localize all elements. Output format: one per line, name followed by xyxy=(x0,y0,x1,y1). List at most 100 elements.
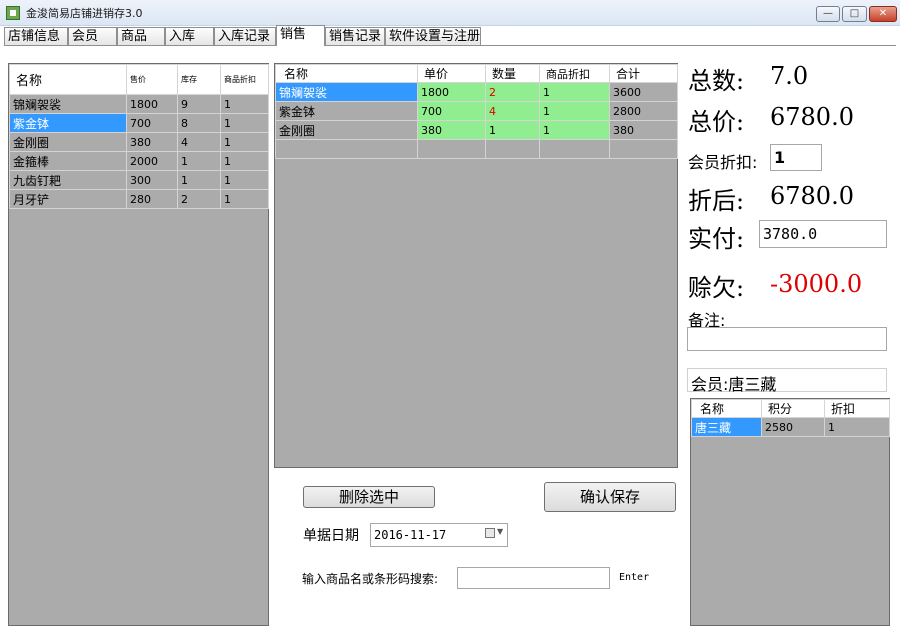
table-row[interactable]: 金刚圈 380 1 1 380 xyxy=(275,120,678,140)
col-header-name[interactable]: 名称 xyxy=(275,64,418,83)
table-row-new[interactable] xyxy=(275,139,678,159)
cell: 1 xyxy=(824,417,890,437)
cell: 1 xyxy=(539,82,610,102)
col-header-points[interactable]: 积分 xyxy=(761,399,825,418)
col-header-discount[interactable]: 折扣 xyxy=(824,399,890,418)
cell: 九齿钉耙 xyxy=(9,170,127,190)
cell: 1 xyxy=(539,120,610,140)
cell xyxy=(539,139,610,159)
cell: 1 xyxy=(220,94,269,114)
minimize-button[interactable]: — xyxy=(816,6,840,22)
cell: 1 xyxy=(177,170,221,190)
table-row[interactable]: 紫金钵 700 8 1 xyxy=(9,113,269,133)
cell: 8 xyxy=(177,113,221,133)
close-button[interactable]: ✕ xyxy=(869,6,897,22)
search-label: 输入商品名或条形码搜索: xyxy=(302,572,439,586)
cell: 1 xyxy=(220,151,269,171)
date-value: 2016-11-17 xyxy=(374,528,447,542)
note-input[interactable] xyxy=(687,327,887,351)
member-discount-label: 会员折扣: xyxy=(688,153,758,172)
col-header-price[interactable]: 售价 xyxy=(126,64,178,95)
cell: 9 xyxy=(177,94,221,114)
table-row[interactable]: 月牙铲 280 2 1 xyxy=(9,189,269,209)
delete-selected-button[interactable]: 删除选中 xyxy=(303,486,435,508)
table-row[interactable]: 锦斓袈裟 1800 9 1 xyxy=(9,94,269,114)
member-discount-input[interactable] xyxy=(770,144,822,171)
col-header-name[interactable]: 名称 xyxy=(9,64,127,95)
app-icon xyxy=(6,6,20,20)
total-count-label: 总数: xyxy=(688,67,745,95)
total-count-value: 7.0 xyxy=(770,62,809,90)
cell[interactable]: 4 xyxy=(485,101,540,121)
cell: 金刚圈 xyxy=(275,120,418,140)
cell: 1 xyxy=(220,132,269,152)
cell: 300 xyxy=(126,170,178,190)
cell: 380 xyxy=(126,132,178,152)
cart-panel: 名称 单价 数量 商品折扣 合计 锦斓袈裟 1800 2 1 3600 紫金钵 … xyxy=(274,63,678,468)
cell xyxy=(609,139,678,159)
debt-label: 赊欠: xyxy=(688,274,745,302)
table-row[interactable]: 紫金钵 700 4 1 2800 xyxy=(275,101,678,121)
chevron-down-icon[interactable]: ▼ xyxy=(497,527,503,536)
cell: 700 xyxy=(126,113,178,133)
maximize-button[interactable]: □ xyxy=(842,6,867,22)
table-row[interactable]: 九齿钉耙 300 1 1 xyxy=(9,170,269,190)
tab-sales-records[interactable]: 销售记录 xyxy=(325,27,385,45)
cell: 1800 xyxy=(417,82,486,102)
paid-input[interactable] xyxy=(759,220,887,248)
cell[interactable]: 1 xyxy=(485,120,540,140)
cell[interactable]: 2 xyxy=(485,82,540,102)
cell: 1 xyxy=(220,189,269,209)
search-input[interactable] xyxy=(457,567,610,589)
col-header-discount[interactable]: 商品折扣 xyxy=(539,64,610,83)
confirm-save-button[interactable]: 确认保存 xyxy=(544,482,676,512)
debt-value: -3000.0 xyxy=(770,270,863,298)
tab-products[interactable]: 商品 xyxy=(117,27,165,45)
cell: 唐三藏 xyxy=(691,417,762,437)
col-header-name[interactable]: 名称 xyxy=(691,399,762,418)
member-name-text: 会员:唐三藏 xyxy=(691,375,777,394)
cell: 2800 xyxy=(609,101,678,121)
tab-shop-info[interactable]: 店铺信息 xyxy=(4,27,68,45)
product-list-table: 名称 售价 库存 商品折扣 锦斓袈裟 1800 9 1 紫金钵 700 8 1 … xyxy=(9,64,269,209)
col-header-quantity[interactable]: 数量 xyxy=(485,64,540,83)
cell: 1 xyxy=(220,170,269,190)
table-row[interactable]: 金箍棒 2000 1 1 xyxy=(9,151,269,171)
member-box[interactable]: 会员:唐三藏 xyxy=(687,368,887,394)
tab-stock-in[interactable]: 入库 xyxy=(165,27,214,45)
cell: 280 xyxy=(126,189,178,209)
table-row[interactable]: 锦斓袈裟 1800 2 1 3600 xyxy=(275,82,678,102)
cell: 1 xyxy=(539,101,610,121)
cell: 金箍棒 xyxy=(9,151,127,171)
enter-hint: Enter xyxy=(619,572,650,583)
cell: 月牙铲 xyxy=(9,189,127,209)
cell: 2580 xyxy=(761,417,825,437)
window-title: 金浚简易店铺进销存3.0 xyxy=(26,7,143,20)
date-label: 单据日期 xyxy=(303,528,359,544)
col-header-stock[interactable]: 库存 xyxy=(177,64,221,95)
paid-label: 实付: xyxy=(688,225,745,253)
cell xyxy=(275,139,418,159)
after-discount-value: 6780.0 xyxy=(770,182,854,210)
tab-stock-in-records[interactable]: 入库记录 xyxy=(214,27,276,45)
after-discount-label: 折后: xyxy=(688,187,745,215)
cell: 1 xyxy=(220,113,269,133)
cell: 紫金钵 xyxy=(275,101,418,121)
cell: 金刚圈 xyxy=(9,132,127,152)
col-header-subtotal[interactable]: 合计 xyxy=(609,64,678,83)
calendar-icon[interactable] xyxy=(485,528,495,538)
col-header-discount[interactable]: 商品折扣 xyxy=(220,64,269,95)
col-header-unit-price[interactable]: 单价 xyxy=(417,64,486,83)
tab-members[interactable]: 会员 xyxy=(68,27,117,45)
cell: 3600 xyxy=(609,82,678,102)
tab-settings-registration[interactable]: 软件设置与注册 xyxy=(385,27,481,45)
cell: 1 xyxy=(177,151,221,171)
table-row[interactable]: 唐三藏 2580 1 xyxy=(691,417,890,437)
member-table: 名称 积分 折扣 唐三藏 2580 1 xyxy=(691,399,890,437)
cell: 锦斓袈裟 xyxy=(275,82,418,102)
cell: 1800 xyxy=(126,94,178,114)
date-picker[interactable]: 2016-11-17 ▼ xyxy=(370,523,508,547)
title-bar: 金浚简易店铺进销存3.0 — □ ✕ xyxy=(0,0,900,26)
tab-sales[interactable]: 销售 xyxy=(276,25,325,46)
table-row[interactable]: 金刚圈 380 4 1 xyxy=(9,132,269,152)
